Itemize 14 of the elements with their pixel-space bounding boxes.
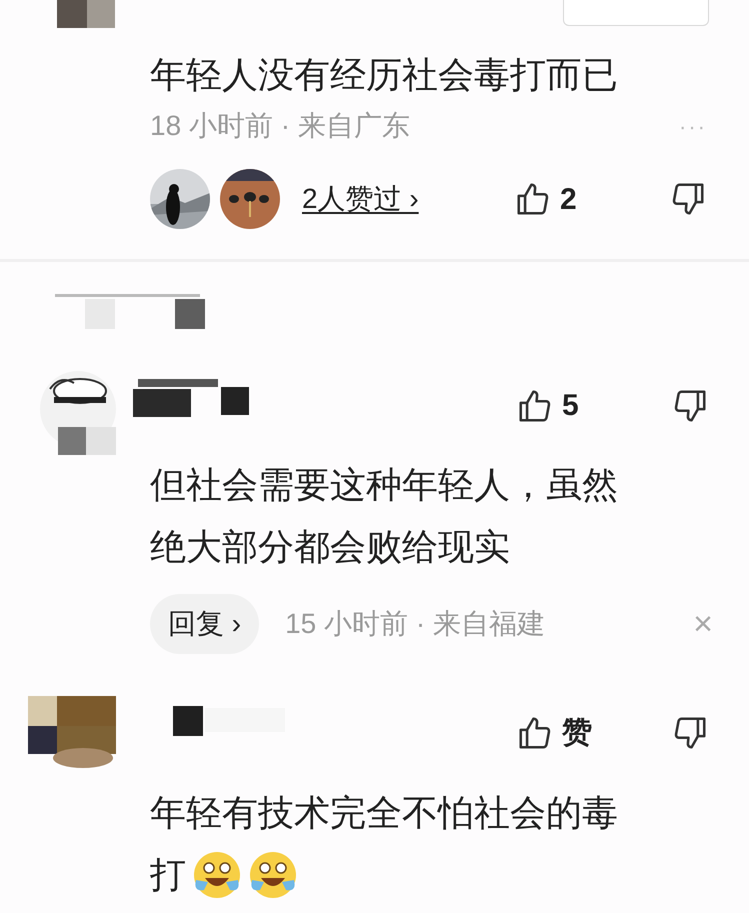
comment-text: 但社会需要这种年轻人，虽然 xyxy=(150,463,618,507)
likers-link[interactable]: 2人赞过 › xyxy=(302,178,514,220)
comment-text: 年轻有技术完全不怕社会的毒 xyxy=(150,791,618,835)
laughing-crying-emoji-icon xyxy=(248,850,298,900)
like-count: 2 xyxy=(560,182,577,218)
comment-meta: 15 小时前 · 来自福建 xyxy=(285,607,546,641)
like-count: 赞 xyxy=(562,715,592,751)
laughing-crying-emoji-icon xyxy=(192,850,242,900)
comment-text: 绝大部分都会败给现实 xyxy=(150,525,510,569)
comment-meta: 18 小时前 · 来自广东 xyxy=(150,109,410,143)
reply-button[interactable]: 回复 › xyxy=(150,594,260,654)
comment-text: 年轻人没有经历社会毒打而已 xyxy=(150,53,619,97)
comment-text: 打 xyxy=(150,853,186,897)
like-count: 5 xyxy=(562,388,579,424)
